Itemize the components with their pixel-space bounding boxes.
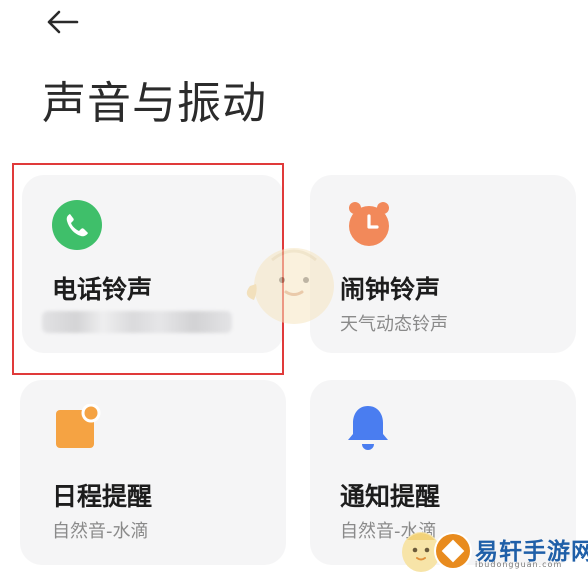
calendar-icon bbox=[56, 404, 101, 448]
alarm-ringtone-title: 闹钟铃声 bbox=[340, 275, 441, 304]
site-watermark: 易轩手游网 ibudongguan.com bbox=[395, 520, 588, 574]
page-title: 声音与振动 bbox=[42, 78, 267, 129]
back-button[interactable] bbox=[40, 4, 84, 40]
phone-ringtone-title: 电话铃声 bbox=[52, 275, 153, 304]
phone-icon bbox=[52, 200, 102, 250]
notification-reminder-title: 通知提醒 bbox=[340, 482, 441, 511]
bell-icon bbox=[348, 406, 388, 450]
calendar-reminder-card[interactable]: 日程提醒 自然音-水滴 bbox=[20, 380, 286, 565]
calendar-reminder-subtitle: 自然音-水滴 bbox=[52, 521, 149, 542]
alarm-clock-icon bbox=[349, 202, 389, 246]
alarm-ringtone-subtitle: 天气动态铃声 bbox=[340, 314, 448, 335]
calendar-reminder-title: 日程提醒 bbox=[52, 482, 153, 511]
mascot-watermark-icon bbox=[246, 248, 334, 324]
phone-ringtone-subtitle-blurred bbox=[42, 311, 232, 333]
watermark-domain: ibudongguan.com bbox=[475, 560, 563, 569]
alarm-ringtone-card[interactable]: 闹钟铃声 天气动态铃声 bbox=[310, 175, 576, 353]
diamond-logo-icon bbox=[436, 534, 470, 568]
arrow-left-icon bbox=[47, 10, 79, 34]
